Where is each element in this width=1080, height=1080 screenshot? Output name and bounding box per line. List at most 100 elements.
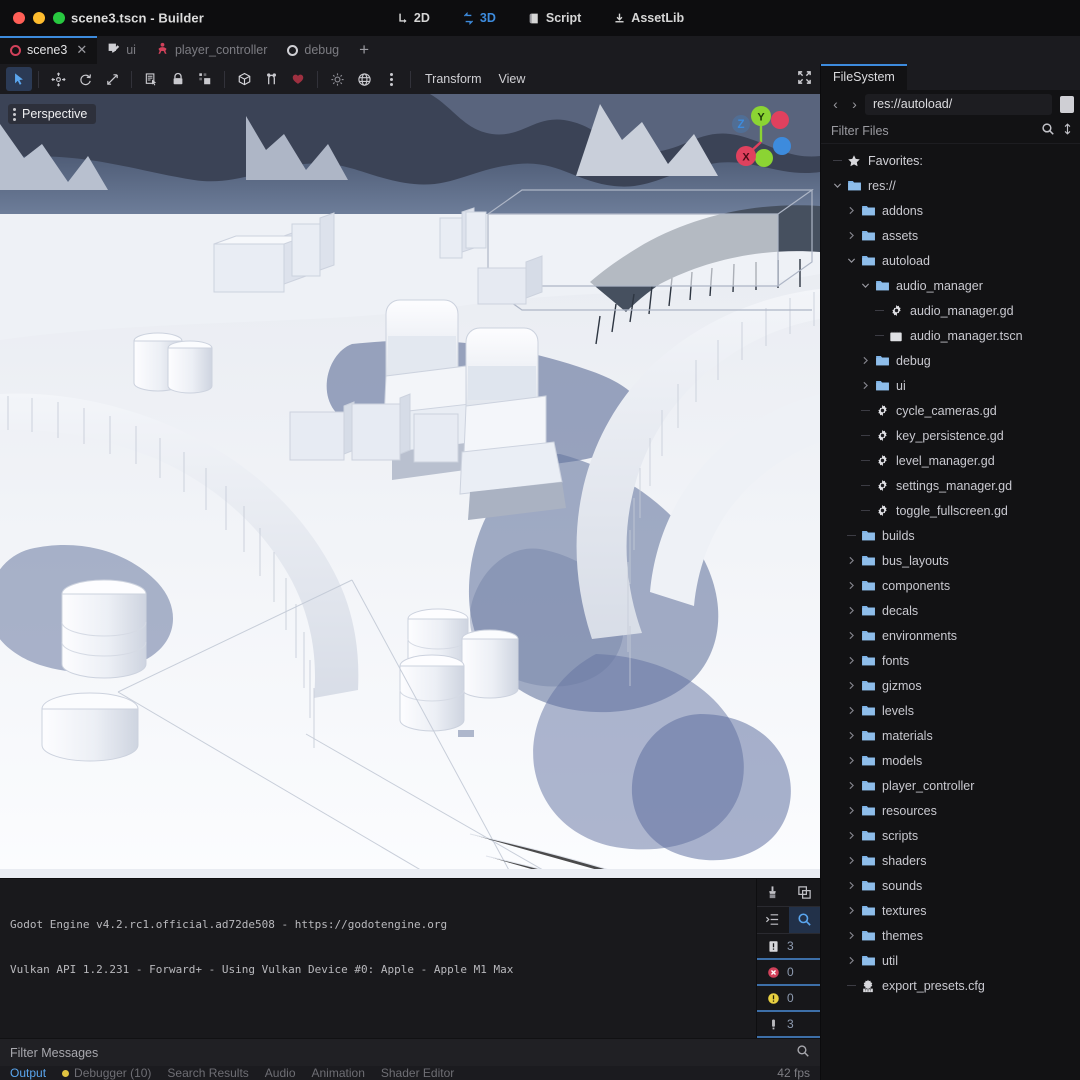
- search-output-button[interactable]: [788, 906, 820, 934]
- filesystem-item-builds[interactable]: builds: [821, 523, 1080, 548]
- mode-button-script[interactable]: Script: [523, 8, 586, 28]
- filesystem-item-ui[interactable]: ui: [821, 373, 1080, 398]
- add-scene-tab-button[interactable]: +: [349, 36, 379, 64]
- filesystem-item-key-persistence-gd[interactable]: key_persistence.gd: [821, 423, 1080, 448]
- filesystem-item-fonts[interactable]: fonts: [821, 648, 1080, 673]
- chevron-right-icon[interactable]: [859, 381, 872, 390]
- filesystem-item-materials[interactable]: materials: [821, 723, 1080, 748]
- chevron-right-icon[interactable]: [845, 931, 858, 940]
- output-log-text[interactable]: Godot Engine v4.2.rc1.official.ad72de508…: [0, 879, 756, 1038]
- filesystem-item-scripts[interactable]: scripts: [821, 823, 1080, 848]
- chevron-right-icon[interactable]: [845, 656, 858, 665]
- maximize-window-button[interactable]: [53, 12, 65, 24]
- snap-tool-button[interactable]: [258, 67, 284, 91]
- mode-button-2d[interactable]: 2D: [391, 8, 435, 28]
- filesystem-item-decals[interactable]: decals: [821, 598, 1080, 623]
- chevron-right-icon[interactable]: [845, 581, 858, 590]
- filesystem-item-player-controller[interactable]: player_controller: [821, 773, 1080, 798]
- filesystem-item-themes[interactable]: themes: [821, 923, 1080, 948]
- minimize-window-button[interactable]: [33, 12, 45, 24]
- select-tool-button[interactable]: [6, 67, 32, 91]
- close-window-button[interactable]: [13, 12, 25, 24]
- chevron-right-icon[interactable]: [845, 756, 858, 765]
- scene-tab-ui[interactable]: ui: [97, 36, 146, 64]
- more-options-tool-button[interactable]: [378, 67, 404, 91]
- filesystem-item-addons[interactable]: addons: [821, 198, 1080, 223]
- filesystem-item-level-manager-gd[interactable]: level_manager.gd: [821, 448, 1080, 473]
- toggle-fullscreen-button[interactable]: [797, 70, 812, 90]
- close-scene-tab-icon[interactable]: ✕: [76, 42, 87, 58]
- chevron-right-icon[interactable]: [845, 206, 858, 215]
- warning-count-row[interactable]: 0: [757, 986, 820, 1012]
- mode-button-assetlib[interactable]: AssetLib: [608, 8, 689, 28]
- chevron-right-icon[interactable]: [845, 881, 858, 890]
- filesystem-item-debug[interactable]: debug: [821, 348, 1080, 373]
- chevron-right-icon[interactable]: [845, 731, 858, 740]
- bottom-tab-debugger[interactable]: Debugger (10): [62, 1066, 151, 1080]
- filesystem-item-cycle-cameras-gd[interactable]: cycle_cameras.gd: [821, 398, 1080, 423]
- filter-files-input[interactable]: Filter Files: [831, 124, 1035, 138]
- filesystem-item-components[interactable]: components: [821, 573, 1080, 598]
- chevron-right-icon[interactable]: [845, 856, 858, 865]
- bottom-tab-output[interactable]: Output: [10, 1066, 46, 1080]
- filter-messages-input[interactable]: Filter Messages: [10, 1046, 98, 1060]
- chevron-right-icon[interactable]: [845, 231, 858, 240]
- collapse-output-button[interactable]: [757, 907, 789, 934]
- lock-tool-button[interactable]: [165, 67, 191, 91]
- nav-forward-button[interactable]: ›: [846, 96, 863, 112]
- filesystem-tree[interactable]: Favorites: res:// addons assets autoload audi…: [821, 144, 1080, 1080]
- tab-filesystem[interactable]: FileSystem: [821, 64, 907, 90]
- chevron-right-icon[interactable]: [845, 956, 858, 965]
- chevron-right-icon[interactable]: [845, 606, 858, 615]
- scene-tab-scene3[interactable]: scene3 ✕: [0, 36, 98, 64]
- bottom-tab-audio[interactable]: Audio: [265, 1066, 296, 1080]
- preview-sun-tool-button[interactable]: [324, 67, 350, 91]
- mode-button-3d[interactable]: 3D: [457, 8, 501, 28]
- filesystem-item-levels[interactable]: levels: [821, 698, 1080, 723]
- nav-back-button[interactable]: ‹: [827, 96, 844, 112]
- scene-tab-player-controller[interactable]: player_controller: [146, 36, 277, 64]
- list-select-tool-button[interactable]: [138, 67, 164, 91]
- filesystem-item-favorites[interactable]: Favorites:: [821, 148, 1080, 173]
- toggle-split-mode-icon[interactable]: [1060, 95, 1074, 113]
- filesystem-item-settings-manager-gd[interactable]: settings_manager.gd: [821, 473, 1080, 498]
- bottom-tab-animation[interactable]: Animation: [312, 1066, 365, 1080]
- copy-output-button[interactable]: [789, 879, 821, 906]
- scene-tab-debug[interactable]: debug: [277, 36, 349, 64]
- filesystem-item-audio-manager[interactable]: audio_manager: [821, 273, 1080, 298]
- view-axis-gizmo[interactable]: Y X Z: [724, 102, 798, 176]
- filesystem-item-autoload[interactable]: autoload: [821, 248, 1080, 273]
- filesystem-item-assets[interactable]: assets: [821, 223, 1080, 248]
- filesystem-item-toggle-fullscreen-gd[interactable]: toggle_fullscreen.gd: [821, 498, 1080, 523]
- filesystem-item-textures[interactable]: textures: [821, 898, 1080, 923]
- viewport-perspective-label[interactable]: Perspective: [8, 104, 97, 124]
- camera-override-tool-button[interactable]: [285, 67, 311, 91]
- filesystem-item-environments[interactable]: environments: [821, 623, 1080, 648]
- transform-menu-button[interactable]: Transform: [417, 69, 490, 89]
- chevron-down-icon[interactable]: [845, 256, 858, 265]
- sort-icon[interactable]: [1061, 122, 1074, 139]
- move-tool-button[interactable]: [45, 67, 71, 91]
- error-count-row[interactable]: 0: [757, 960, 820, 986]
- chevron-right-icon[interactable]: [845, 681, 858, 690]
- bottom-tab-search-results[interactable]: Search Results: [167, 1066, 248, 1080]
- chevron-right-icon[interactable]: [859, 356, 872, 365]
- search-icon[interactable]: [796, 1044, 810, 1061]
- chevron-right-icon[interactable]: [845, 781, 858, 790]
- chevron-right-icon[interactable]: [845, 631, 858, 640]
- filesystem-item-audio-manager-gd[interactable]: audio_manager.gd: [821, 298, 1080, 323]
- scale-tool-button[interactable]: [99, 67, 125, 91]
- chevron-right-icon[interactable]: [845, 706, 858, 715]
- search-icon[interactable]: [1041, 122, 1055, 139]
- chevron-right-icon[interactable]: [845, 556, 858, 565]
- filesystem-item-resources[interactable]: resources: [821, 798, 1080, 823]
- snap-mode-tool-button[interactable]: [231, 67, 257, 91]
- filesystem-item-bus-layouts[interactable]: bus_layouts: [821, 548, 1080, 573]
- filter-messages-bar[interactable]: Filter Messages: [0, 1038, 820, 1066]
- view-menu-button[interactable]: View: [491, 69, 534, 89]
- chevron-right-icon[interactable]: [845, 806, 858, 815]
- filesystem-item-shaders[interactable]: shaders: [821, 848, 1080, 873]
- current-path-field[interactable]: res://autoload/: [865, 93, 1052, 115]
- filesystem-item-res[interactable]: res://: [821, 173, 1080, 198]
- rotate-tool-button[interactable]: [72, 67, 98, 91]
